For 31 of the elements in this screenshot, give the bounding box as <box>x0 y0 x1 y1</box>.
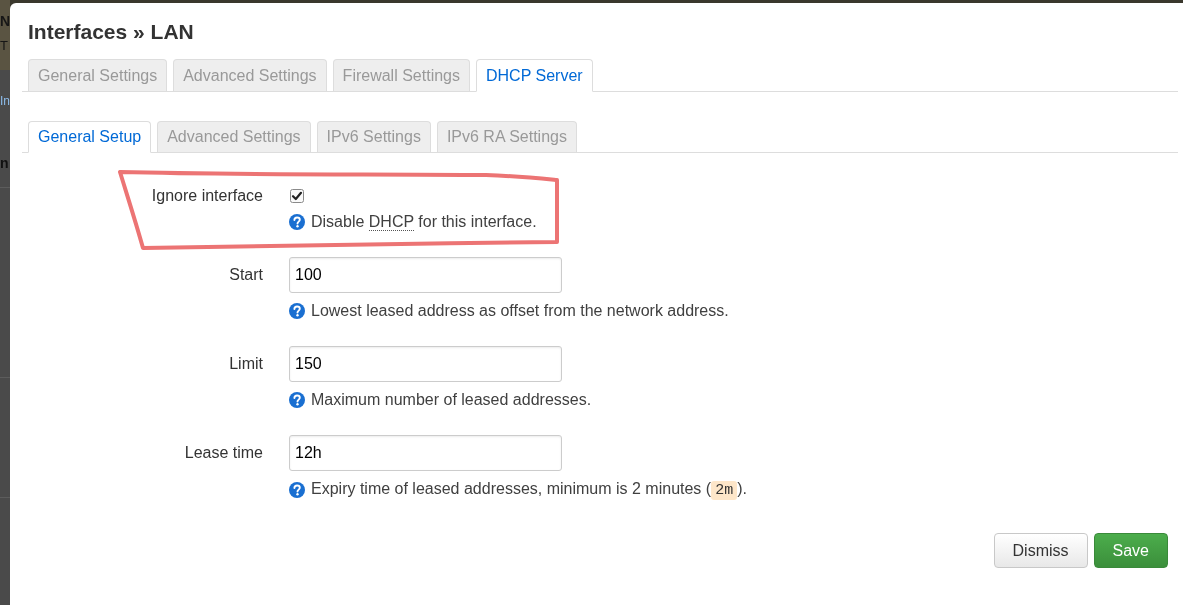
save-button[interactable]: Save <box>1093 533 1168 568</box>
help-text: Maximum number of leased addresses. <box>311 390 592 410</box>
help-text: Disable DHCP for this interface. <box>311 212 537 232</box>
backdrop-link[interactable]: In <box>0 92 10 110</box>
subtab[interactable]: General Setup <box>28 121 152 153</box>
field-label: Lease time <box>184 443 263 463</box>
text-field[interactable]: 12h <box>289 435 562 471</box>
help-icon <box>289 482 305 498</box>
help-icon <box>289 392 305 408</box>
backdrop-subtitle: T <box>0 37 8 55</box>
tab[interactable]: General Settings <box>28 59 168 91</box>
dismiss-button[interactable]: Dismiss <box>993 533 1088 568</box>
subtab[interactable]: Advanced Settings <box>157 121 311 152</box>
help-icon <box>289 214 305 230</box>
tab[interactable]: DHCP Server <box>476 59 593 92</box>
help-text: Expiry time of leased addresses, minimum is 2 minutes ( 2m ). <box>311 479 747 501</box>
help-text: Lowest leased address as offset from the network address. <box>311 301 729 321</box>
text-field[interactable]: 100 <box>289 257 562 293</box>
tab[interactable]: Advanced Settings <box>173 59 327 91</box>
backdrop-section-heading: n <box>0 154 9 173</box>
field-label: Ignore interface <box>151 186 263 206</box>
subtab[interactable]: IPv6 Settings <box>316 121 431 152</box>
backdrop-heading: N <box>0 12 10 31</box>
dialog-title: Interfaces » LAN <box>28 19 194 45</box>
text-field[interactable]: 150 <box>289 346 562 382</box>
field-label: Start <box>229 265 263 285</box>
checkbox[interactable] <box>290 189 304 203</box>
subtab[interactable]: IPv6 RA Settings <box>436 121 577 152</box>
tab[interactable]: Firewall Settings <box>332 59 470 91</box>
field-label: Limit <box>229 354 263 374</box>
help-icon <box>289 303 305 319</box>
